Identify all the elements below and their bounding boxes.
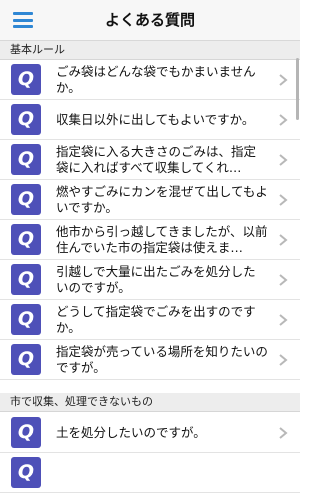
- question-badge-icon: Q: [11, 417, 41, 448]
- chevron-right-icon: [279, 354, 288, 366]
- chevron-right-icon: [279, 74, 288, 86]
- faq-question-text: 他市から引っ越してきましたが、以前住んでいた市の指定袋は使えま…: [56, 224, 268, 255]
- chevron-right-icon: [279, 427, 288, 439]
- faq-row[interactable]: Q 引越しで大量に出たごみを処分したいのですが。: [0, 260, 300, 300]
- question-badge-icon: Q: [11, 344, 41, 375]
- faq-row[interactable]: Q 指定袋に入る大きさのごみは、指定袋に入ればすべて収集してくれ…: [0, 140, 300, 180]
- faq-row[interactable]: Q 指定袋が売っている場所を知りたいのですが。: [0, 340, 300, 380]
- question-badge-icon: Q: [11, 304, 41, 335]
- chevron-right-icon: [279, 114, 288, 126]
- section-header-not-collected: 市で収集、処理できないもの: [0, 393, 300, 412]
- question-badge-icon: Q: [11, 144, 41, 175]
- faq-row[interactable]: Q 収集日以外に出してもよいですか。: [0, 100, 300, 140]
- question-badge-icon: Q: [11, 224, 41, 255]
- page-title: よくある質問: [104, 11, 195, 29]
- question-badge-icon: Q: [11, 184, 41, 215]
- question-badge-icon: Q: [11, 264, 41, 295]
- scrollbar[interactable]: [296, 58, 299, 120]
- faq-row[interactable]: Q 他市から引っ越してきましたが、以前住んでいた市の指定袋は使えま…: [0, 220, 300, 260]
- question-badge-icon: Q: [11, 457, 41, 488]
- faq-row[interactable]: Q 燃やすごみにカンを混ぜて出してもよいですか。: [0, 180, 300, 220]
- faq-row[interactable]: Q どうして指定袋でごみを出すのですか。: [0, 300, 300, 340]
- navigation-bar: よくある質問: [0, 0, 300, 41]
- chevron-right-icon: [279, 314, 288, 326]
- faq-question-text: 引越しで大量に出たごみを処分したいのですが。: [56, 264, 256, 295]
- chevron-right-icon: [279, 274, 288, 286]
- question-badge-icon: Q: [11, 104, 41, 135]
- question-badge-icon: Q: [11, 64, 41, 95]
- faq-row[interactable]: Q: [0, 453, 300, 493]
- faq-row[interactable]: Q 土を処分したいのですが。: [0, 413, 300, 453]
- chevron-right-icon: [279, 154, 288, 166]
- faq-question-text: 指定袋が売っている場所を知りたいのですが。: [56, 344, 268, 375]
- faq-question-text: 土を処分したいのですが。: [56, 425, 206, 440]
- faq-row[interactable]: Q ごみ袋はどんな袋でもかまいませんか。: [0, 60, 300, 100]
- faq-question-text: 燃やすごみにカンを混ぜて出してもよいですか。: [56, 184, 268, 215]
- faq-question-text: 収集日以外に出してもよいですか。: [56, 112, 255, 127]
- faq-question-text: ごみ袋はどんな袋でもかまいませんか。: [56, 64, 256, 95]
- section-header-basic-rules: 基本ルール: [0, 41, 300, 60]
- faq-question-text: どうして指定袋でごみを出すのですか。: [56, 304, 256, 335]
- faq-question-text: 指定袋に入る大きさのごみは、指定袋に入ればすべて収集してくれ…: [56, 144, 257, 175]
- chevron-right-icon: [279, 234, 288, 246]
- chevron-right-icon: [279, 194, 288, 206]
